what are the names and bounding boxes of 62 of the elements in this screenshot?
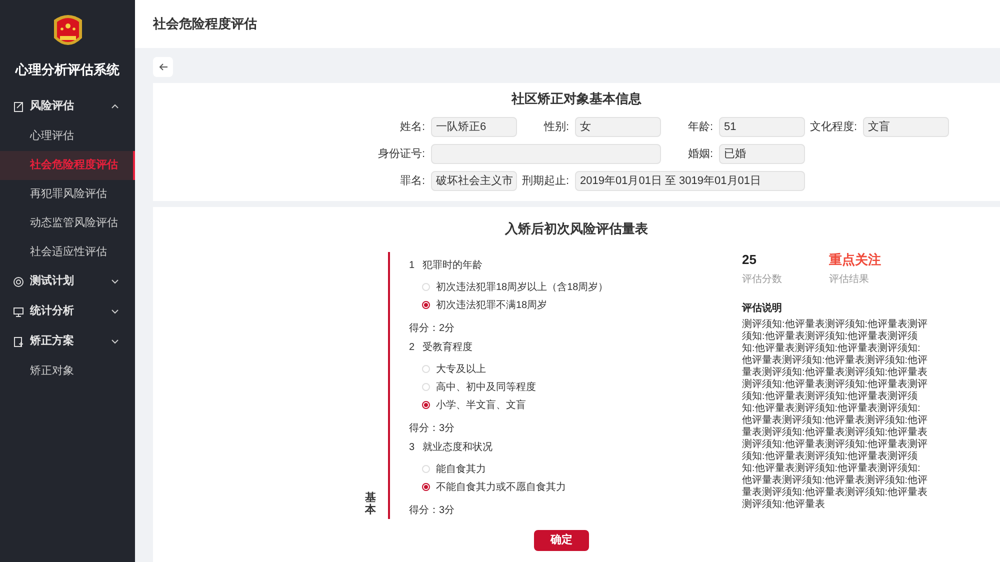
option-label: 能自食其力 — [436, 462, 486, 476]
sidebar-group[interactable]: 风险评估 — [0, 92, 135, 122]
field-label: 刑期起止: — [520, 174, 570, 189]
question-number: 1 — [409, 258, 415, 272]
field-label: 性别: — [542, 120, 570, 135]
score-value: 25 — [742, 252, 758, 268]
field-label: 身份证号: — [376, 147, 426, 162]
back-button[interactable] — [153, 57, 173, 77]
target-icon — [13, 276, 24, 288]
option-label: 小学、半文盲、文盲 — [436, 398, 526, 412]
input-field[interactable]: 文盲 — [863, 117, 949, 137]
radio-button[interactable] — [422, 483, 430, 491]
input-field[interactable]: 已婚 — [719, 144, 805, 164]
radio-button[interactable] — [422, 401, 430, 409]
notes-text: 测评须知:他评量表测评须知:他评量表测评须知:他评量表测评须知:他评量表测评须知:他评量表测评须知:他评量表测评须知:他评量表测评须知:他评量表测评须知:他评量表测评须知:他评量表测评须知:他评量表测评须知:他评量表测评须知:他评量表测评须知:他评量表测评须知:他评量表测评须知:他评量表测评须知:他评量表测评须知:他评量表测评须知:他评量表测评须知:他评量表测评须知:他评量表测评须知:他评量表测评须知:他评量表测评须知:他评量表测评须知:他评量表测评须知:他评量表测评须知:他评量表测评须知:他评量表测评须知:他评量表测评须知:他评量表测评须知:他评量表测评须知:他评量表测评须知:他评量表测评须知:他评量表 — [742, 319, 929, 511]
field-label: 婚姻: — [686, 147, 714, 162]
back-arrow-icon — [158, 63, 168, 71]
sidebar-group[interactable]: 矫正方案 — [0, 326, 135, 356]
monitor-icon — [13, 306, 24, 318]
input-field[interactable]: 51 — [719, 117, 805, 137]
radio-button[interactable] — [422, 301, 430, 309]
option-label: 初次违法犯罪18周岁以上（含18周岁） — [436, 280, 608, 294]
option-label: 大专及以上 — [436, 362, 486, 376]
field-label: 文化程度: — [808, 120, 858, 135]
score-text: 得分：3分 — [409, 504, 456, 518]
score-caption: 评估分数 — [742, 273, 783, 287]
sidebar-item[interactable]: 心理评估 — [0, 122, 135, 150]
input-field[interactable]: 一队矫正6 — [431, 117, 517, 137]
sidebar-item[interactable]: 再犯罪风险评估 — [0, 180, 135, 208]
sidebar-item[interactable]: 社会适应性评估 — [0, 238, 135, 266]
score-text: 得分：2分 — [409, 322, 456, 336]
sidebar-item[interactable]: 动态监管风险评估 — [0, 208, 135, 238]
sidebar-group[interactable]: 统计分析 — [0, 296, 135, 326]
confirm-button[interactable]: 确定 — [534, 530, 589, 551]
question-number: 2 — [409, 340, 415, 354]
field-label: 年龄: — [686, 120, 714, 135]
field-label: 罪名: — [398, 174, 426, 189]
sidebar-group[interactable]: 测试计划 — [0, 266, 135, 296]
input-field[interactable]: 2019年01月01日 至 3019年01月01日 — [575, 171, 805, 191]
input-field[interactable]: 女 — [575, 117, 661, 137]
page-title: 社会危险程度评估 — [153, 15, 257, 34]
question-title: 就业态度和状况 — [422, 440, 493, 454]
result-value: 重点关注 — [829, 252, 881, 268]
edit-icon — [13, 100, 24, 112]
section-label: 基本 — [365, 492, 376, 516]
app-title: 心理分析评估系统 — [14, 61, 120, 79]
option-label: 高中、初中及同等程度 — [436, 380, 536, 394]
question-title: 受教育程度 — [422, 340, 473, 354]
result-caption: 评估结果 — [829, 272, 870, 287]
question-number: 3 — [409, 440, 415, 454]
field-label: 姓名: — [398, 120, 426, 135]
section-title: 入矫后初次风险评估量表 — [504, 220, 649, 238]
sidebar-item[interactable]: 矫正对象 — [0, 356, 135, 386]
notes-title: 评估说明 — [742, 302, 783, 316]
section-title: 社区矫正对象基本信息 — [510, 90, 642, 108]
option-label: 初次违法犯罪不满18周岁 — [436, 298, 548, 312]
input-field[interactable] — [431, 144, 661, 164]
question-title: 犯罪时的年龄 — [422, 258, 483, 272]
document-plus-icon — [13, 336, 24, 348]
score-text: 得分：3分 — [409, 422, 456, 436]
input-field[interactable]: 破坏社会主义市 — [431, 171, 517, 191]
option-label: 不能自食其力或不愿自食其力 — [436, 480, 566, 494]
